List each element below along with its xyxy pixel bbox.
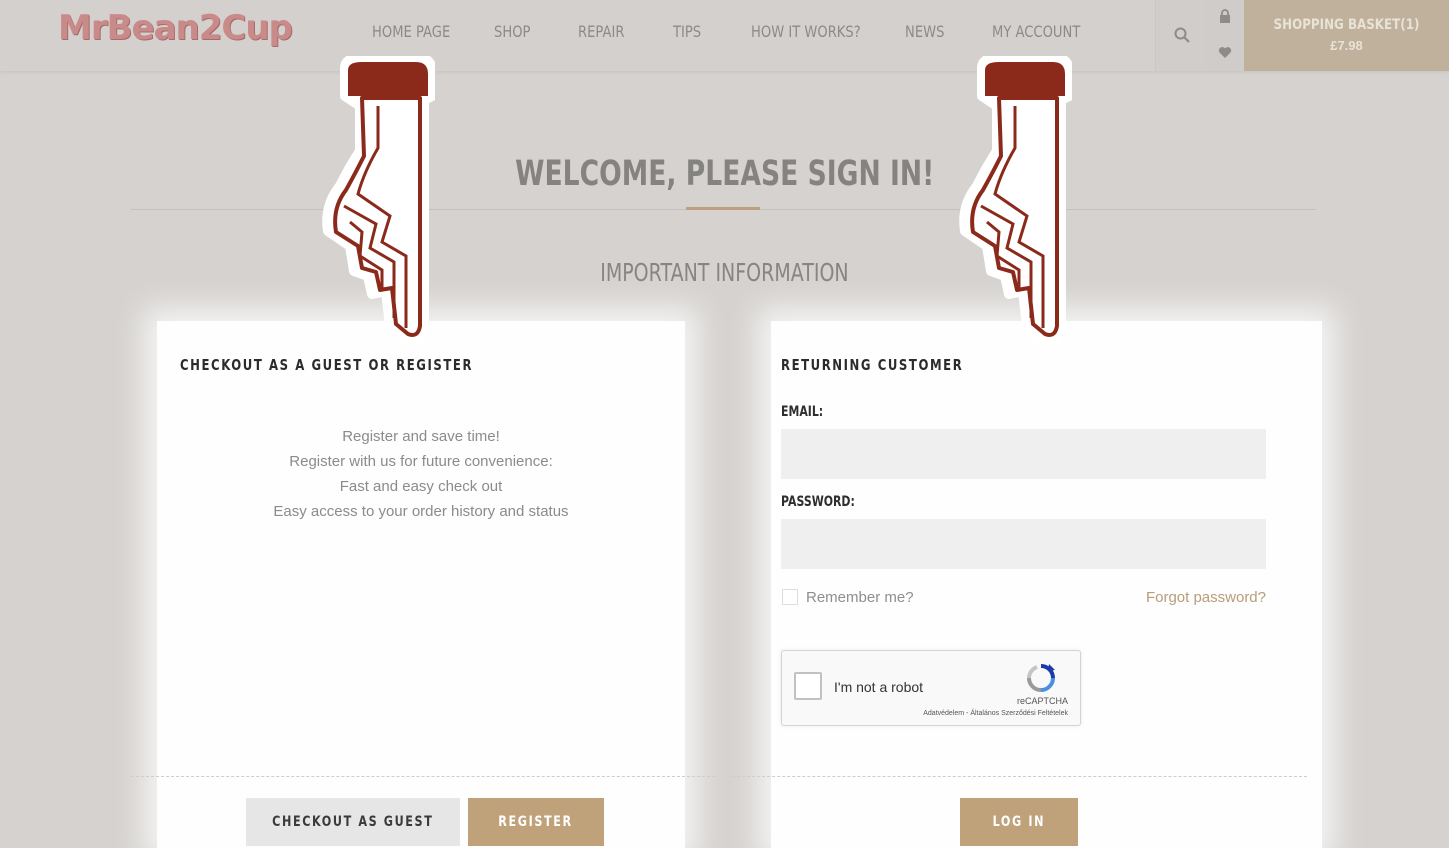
recaptcha-checkbox[interactable] [794,672,822,700]
lock-icon[interactable] [1218,9,1232,23]
forgot-password-link[interactable]: Forgot password? [1146,589,1266,606]
search-button[interactable] [1155,0,1206,71]
recaptcha-label: I'm not a robot [834,679,924,695]
remember-me-checkbox[interactable] [782,589,798,605]
basket-label: SHOPPING BASKET(1) [1273,17,1420,33]
nav-shop[interactable]: SHOP [494,22,530,41]
guest-panel-title: CHECKOUT AS A GUEST OR REGISTER [180,356,474,374]
title-accent-bar [686,207,760,210]
search-icon [1174,27,1190,43]
site-header: MrBean2Cup HOME PAGE SHOP REPAIR TIPS HO… [0,0,1449,71]
benefit-line: Fast and easy check out [339,478,503,495]
nav-tips[interactable]: TIPS [673,22,701,41]
pointing-hand-icon [959,56,1072,346]
recaptcha-brand: reCAPTCHA [1016,696,1068,706]
benefit-line: Register with us for future convenience: [289,453,553,470]
nav-news[interactable]: NEWS [905,22,944,41]
password-label: PASSWORD: [781,494,855,510]
page-title: WELCOME, PLEASE SIGN IN! [514,154,935,194]
nav-home[interactable]: HOME PAGE [372,22,450,41]
logo[interactable]: MrBean2Cup [58,8,293,48]
email-field[interactable] [781,429,1266,479]
remember-me-label[interactable]: Remember me? [806,589,914,606]
register-benefits: Register and save time! Register with us… [157,424,685,524]
recaptcha-widget: I'm not a robot reCAPTCHA Adatvédelem - … [781,650,1081,726]
guest-register-panel: CHECKOUT AS A GUEST OR REGISTER Register… [157,321,685,848]
benefit-line: Easy access to your order history and st… [273,503,569,520]
nav-my-account[interactable]: MY ACCOUNT [992,22,1080,41]
register-button[interactable]: REGISTER [468,798,604,846]
page-subtitle: IMPORTANT INFORMATION [600,258,849,287]
checkout-as-guest-button[interactable]: CHECKOUT AS GUEST [246,798,460,846]
account-icons [1206,0,1244,71]
shopping-basket[interactable]: SHOPPING BASKET(1) £7.98 [1244,0,1449,71]
password-field[interactable] [781,519,1266,569]
login-panel-title: RETURNING CUSTOMER [781,356,964,374]
pointing-hand-icon [322,56,435,346]
heart-icon[interactable] [1218,45,1232,59]
benefit-line: Register and save time! [342,428,500,445]
returning-customer-panel: RETURNING CUSTOMER EMAIL: PASSWORD: Reme… [771,321,1322,848]
email-label: EMAIL: [781,404,824,420]
log-in-button[interactable]: LOG IN [960,798,1078,846]
recaptcha-links[interactable]: Adatvédelem - Általános Szerződési Felté… [923,710,1068,717]
nav-how-it-works[interactable]: HOW IT WORKS? [751,22,861,41]
right-divider [732,776,1307,777]
recaptcha-logo-icon [1027,664,1055,692]
basket-total: £7.98 [1330,38,1363,53]
left-divider [131,776,715,777]
nav-repair[interactable]: REPAIR [578,22,624,41]
